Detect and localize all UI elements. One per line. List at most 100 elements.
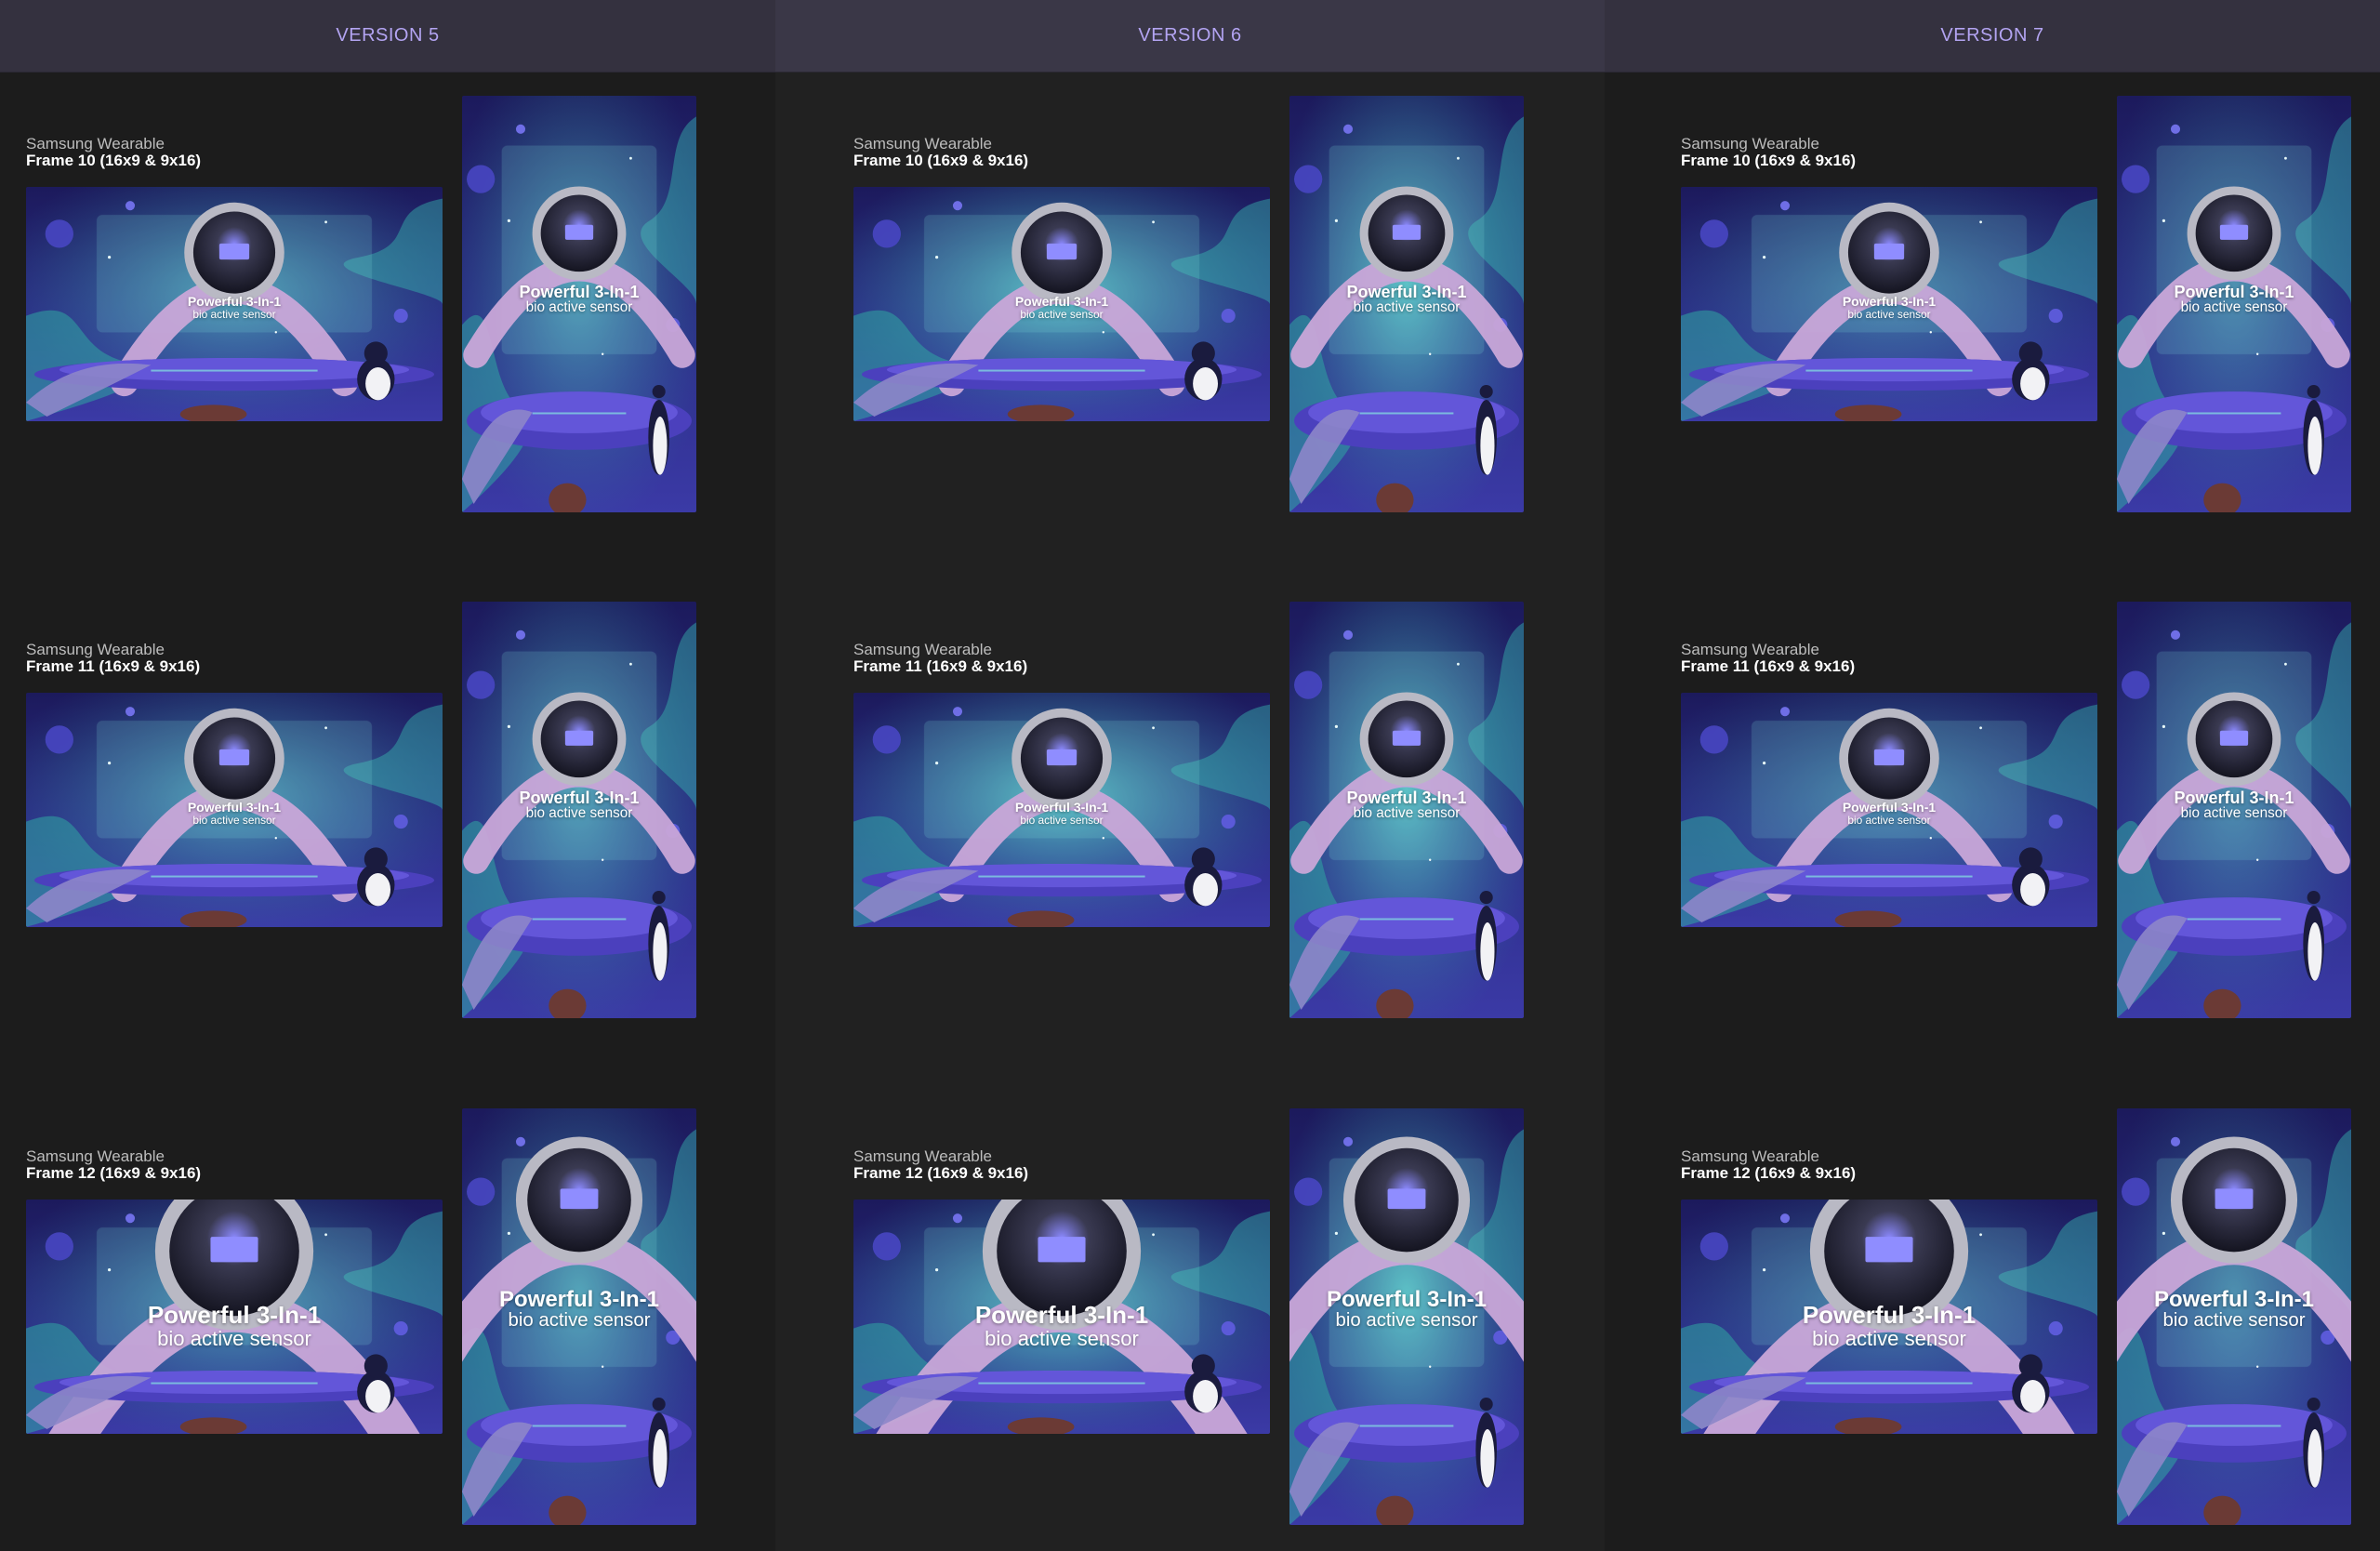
headline-line1: Powerful 3-In-1 [1842, 293, 1937, 309]
frame-thumbnail-9x16[interactable]: Powerful 3-In-1 bio active sensor [2117, 96, 2351, 512]
brand-name: Samsung Wearable [26, 135, 165, 152]
headline-line2: bio active sensor [1020, 307, 1104, 321]
headline-line1: Powerful 3-In-1 [1014, 799, 1109, 815]
frame-label: Samsung Wearable Frame 10 (16x9 & 9x16) [1681, 136, 1856, 169]
frame-label: Samsung Wearable Frame 11 (16x9 & 9x16) [853, 642, 1027, 675]
frame-headline: Powerful 3-In-1 bio active sensor [853, 295, 1270, 320]
frame-label: Samsung Wearable Frame 10 (16x9 & 9x16) [26, 136, 201, 169]
version-header[interactable]: VERSION 5 [0, 0, 775, 73]
frame-thumbnail-9x16[interactable]: Powerful 3-In-1 bio active sensor [1289, 1108, 1524, 1525]
frame-thumbnail-16x9[interactable]: Powerful 3-In-1 bio active sensor [26, 693, 443, 927]
headline-line2: bio active sensor [525, 805, 633, 822]
headline-line1: Powerful 3-In-1 [2174, 282, 2294, 301]
frame-headline: Powerful 3-In-1 bio active sensor [26, 1300, 443, 1351]
brand-name: Samsung Wearable [853, 135, 992, 152]
frame-thumbnail-9x16[interactable]: Powerful 3-In-1 bio active sensor [1289, 602, 1524, 1018]
headline-line2: bio active sensor [1847, 307, 1931, 321]
headline-line1: Powerful 3-In-1 [498, 1286, 660, 1312]
frame-label: Samsung Wearable Frame 12 (16x9 & 9x16) [853, 1148, 1028, 1182]
headline-line1: Powerful 3-In-1 [974, 1300, 1149, 1329]
frame-title: Frame 10 (16x9 & 9x16) [853, 152, 1029, 169]
frame-headline: Powerful 3-In-1 bio active sensor [1289, 1286, 1524, 1332]
frame-title: Frame 10 (16x9 & 9x16) [26, 152, 202, 169]
frame-thumbnail-16x9[interactable]: Powerful 3-In-1 bio active sensor [26, 187, 443, 421]
headline-line1: Powerful 3-In-1 [1802, 1300, 1977, 1329]
headline-line2: bio active sensor [525, 299, 633, 316]
frame-thumbnail-9x16[interactable]: Powerful 3-In-1 bio active sensor [2117, 602, 2351, 1018]
frame-label: Samsung Wearable Frame 10 (16x9 & 9x16) [853, 136, 1028, 169]
frame-thumbnail-16x9[interactable]: Powerful 3-In-1 bio active sensor [26, 1200, 443, 1434]
brand-name: Samsung Wearable [1681, 641, 1819, 658]
headline-line2: bio active sensor [1335, 1309, 1478, 1331]
frame-label: Samsung Wearable Frame 11 (16x9 & 9x16) [26, 642, 200, 675]
headline-line2: bio active sensor [1353, 299, 1461, 316]
headline-line1: Powerful 3-In-1 [147, 1300, 322, 1329]
frame-title: Frame 12 (16x9 & 9x16) [1681, 1164, 1857, 1182]
frame-thumbnail-9x16[interactable]: Powerful 3-In-1 bio active sensor [462, 96, 696, 512]
frame-headline: Powerful 3-In-1 bio active sensor [462, 789, 696, 822]
frame-title: Frame 11 (16x9 & 9x16) [1681, 657, 1856, 675]
headline-line1: Powerful 3-In-1 [1014, 293, 1109, 309]
frame-headline: Powerful 3-In-1 bio active sensor [1681, 1300, 2097, 1351]
headline-line1: Powerful 3-In-1 [519, 282, 640, 301]
design-board: VERSION 5 VERSION 6 VERSION 7 Samsung We… [0, 0, 2380, 1551]
headline-line2: bio active sensor [985, 1327, 1139, 1351]
headline-line1: Powerful 3-In-1 [187, 293, 282, 309]
brand-name: Samsung Wearable [1681, 135, 1819, 152]
frame-headline: Powerful 3-In-1 bio active sensor [853, 801, 1270, 826]
headline-line2: bio active sensor [1353, 805, 1461, 822]
headline-line2: bio active sensor [2180, 299, 2288, 316]
headline-line2: bio active sensor [192, 307, 276, 321]
headline-line2: bio active sensor [192, 813, 276, 827]
frame-title: Frame 12 (16x9 & 9x16) [853, 1164, 1029, 1182]
frame-headline: Powerful 3-In-1 bio active sensor [26, 801, 443, 826]
frame-headline: Powerful 3-In-1 bio active sensor [1289, 789, 1524, 822]
frame-title: Frame 11 (16x9 & 9x16) [853, 657, 1028, 675]
frame-headline: Powerful 3-In-1 bio active sensor [1681, 295, 2097, 320]
frame-title: Frame 10 (16x9 & 9x16) [1681, 152, 1857, 169]
brand-name: Samsung Wearable [26, 641, 165, 658]
frame-headline: Powerful 3-In-1 bio active sensor [2117, 1286, 2351, 1332]
frame-thumbnail-9x16[interactable]: Powerful 3-In-1 bio active sensor [1289, 96, 1524, 512]
brand-name: Samsung Wearable [853, 1147, 992, 1165]
headline-line1: Powerful 3-In-1 [519, 788, 640, 807]
frame-label: Samsung Wearable Frame 12 (16x9 & 9x16) [1681, 1148, 1856, 1182]
frame-title: Frame 12 (16x9 & 9x16) [26, 1164, 202, 1182]
frame-thumbnail-16x9[interactable]: Powerful 3-In-1 bio active sensor [1681, 693, 2097, 927]
headline-line1: Powerful 3-In-1 [2153, 1286, 2315, 1312]
frame-thumbnail-16x9[interactable]: Powerful 3-In-1 bio active sensor [1681, 1200, 2097, 1434]
brand-name: Samsung Wearable [1681, 1147, 1819, 1165]
headline-line1: Powerful 3-In-1 [1842, 799, 1937, 815]
frame-title: Frame 11 (16x9 & 9x16) [26, 657, 201, 675]
frame-headline: Powerful 3-In-1 bio active sensor [462, 282, 696, 316]
frame-thumbnail-9x16[interactable]: Powerful 3-In-1 bio active sensor [2117, 1108, 2351, 1525]
version-header[interactable]: VERSION 7 [1605, 0, 2380, 73]
frame-thumbnail-9x16[interactable]: Powerful 3-In-1 bio active sensor [462, 602, 696, 1018]
headline-line1: Powerful 3-In-1 [1326, 1286, 1488, 1312]
frame-headline: Powerful 3-In-1 bio active sensor [2117, 282, 2351, 316]
frame-label: Samsung Wearable Frame 11 (16x9 & 9x16) [1681, 642, 1855, 675]
frame-thumbnail-9x16[interactable]: Powerful 3-In-1 bio active sensor [462, 1108, 696, 1525]
headline-line2: bio active sensor [1847, 813, 1931, 827]
brand-name: Samsung Wearable [26, 1147, 165, 1165]
frame-headline: Powerful 3-In-1 bio active sensor [26, 295, 443, 320]
frame-thumbnail-16x9[interactable]: Powerful 3-In-1 bio active sensor [853, 693, 1270, 927]
headline-line2: bio active sensor [1812, 1327, 1966, 1351]
frame-headline: Powerful 3-In-1 bio active sensor [1289, 282, 1524, 316]
frame-thumbnail-16x9[interactable]: Powerful 3-In-1 bio active sensor [1681, 187, 2097, 421]
headline-line2: bio active sensor [1020, 813, 1104, 827]
headline-line2: bio active sensor [2162, 1309, 2306, 1331]
frame-thumbnail-16x9[interactable]: Powerful 3-In-1 bio active sensor [853, 187, 1270, 421]
headline-line1: Powerful 3-In-1 [2174, 788, 2294, 807]
brand-name: Samsung Wearable [853, 641, 992, 658]
frame-headline: Powerful 3-In-1 bio active sensor [853, 1300, 1270, 1351]
headline-line2: bio active sensor [157, 1327, 311, 1351]
headline-line1: Powerful 3-In-1 [1346, 282, 1467, 301]
frame-headline: Powerful 3-In-1 bio active sensor [1681, 801, 2097, 826]
headline-line2: bio active sensor [2180, 805, 2288, 822]
frame-headline: Powerful 3-In-1 bio active sensor [2117, 789, 2351, 822]
headline-line1: Powerful 3-In-1 [1346, 788, 1467, 807]
version-header[interactable]: VERSION 6 [775, 0, 1605, 73]
frame-thumbnail-16x9[interactable]: Powerful 3-In-1 bio active sensor [853, 1200, 1270, 1434]
headline-line2: bio active sensor [508, 1309, 651, 1331]
